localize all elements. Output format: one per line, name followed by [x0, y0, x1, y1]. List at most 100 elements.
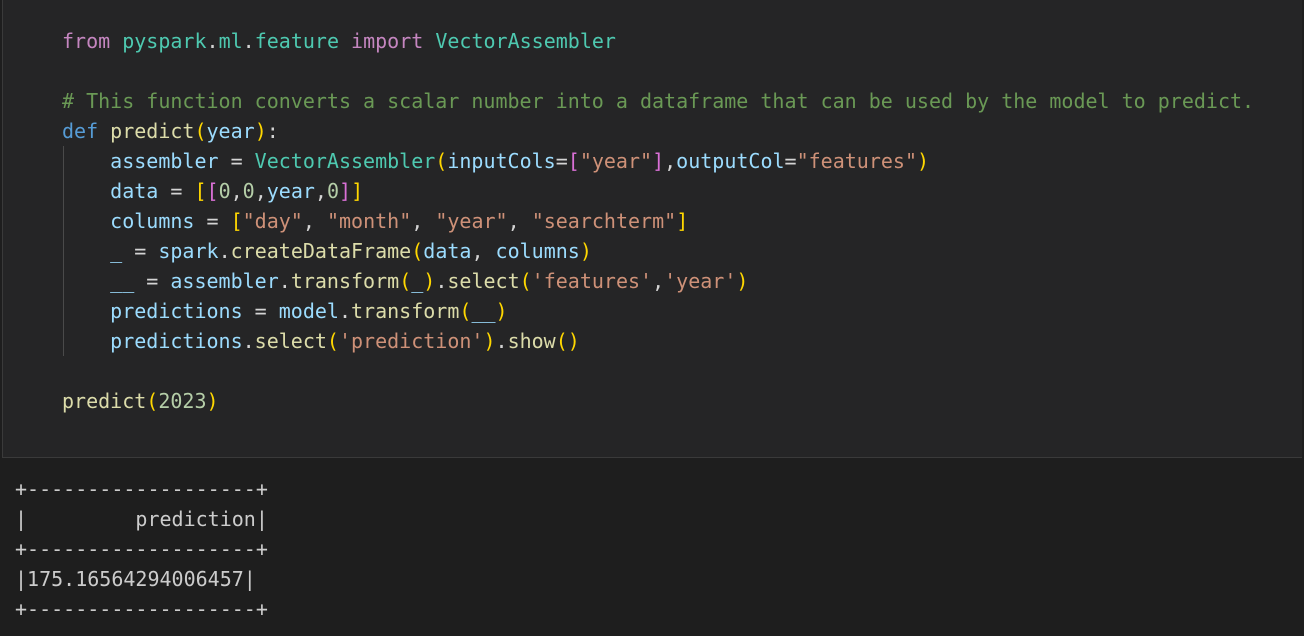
code-cell[interactable]: from pyspark.ml.feature import VectorAss… — [2, 0, 1302, 458]
code-token: = — [122, 239, 159, 263]
code-token: predict — [62, 389, 147, 413]
code-line: from pyspark.ml.feature import VectorAss… — [62, 26, 1254, 56]
code-token: transform — [290, 269, 400, 293]
code-token: data — [110, 179, 159, 203]
code-token: = — [134, 269, 171, 293]
code-token: _ — [411, 269, 424, 293]
output-line: | prediction| — [15, 507, 268, 531]
code-token: = — [784, 149, 797, 173]
code-line: # This function converts a scalar number… — [62, 86, 1254, 116]
code-token: feature — [254, 29, 339, 53]
code-token: ) — [736, 269, 749, 293]
code-token: ) — [495, 299, 508, 323]
code-line: predictions = model.transform(__) — [62, 296, 1254, 326]
code-token: inputCols — [447, 149, 556, 173]
code-token: ] — [652, 149, 665, 173]
code-token: # This function converts a scalar number… — [62, 89, 1255, 113]
code-token: VectorAssembler — [435, 29, 616, 53]
code-token: ( — [194, 119, 207, 143]
code-token: ( — [399, 269, 412, 293]
code-token: ) — [206, 389, 219, 413]
code-token: columns — [110, 209, 195, 233]
code-token: select — [254, 329, 327, 353]
code-line: assembler = VectorAssembler(inputCols=["… — [62, 146, 1254, 176]
code-line: predict(2023) — [62, 386, 1254, 416]
code-token: [ — [194, 179, 207, 203]
code-token: from — [62, 29, 111, 53]
code-token: ( — [146, 389, 159, 413]
code-token: "searchterm" — [531, 209, 677, 233]
code-token: , — [230, 179, 243, 203]
code-token: outputCol — [676, 149, 785, 173]
code-token: spark — [158, 239, 219, 263]
code-token: . — [278, 269, 291, 293]
code-token: 0 — [326, 179, 340, 203]
code-editor[interactable]: from pyspark.ml.feature import VectorAss… — [62, 26, 1254, 416]
code-token: predictions — [110, 299, 243, 323]
code-token: def — [62, 119, 99, 143]
output-line: |175.16564294006457| — [15, 567, 256, 591]
code-token: year — [206, 119, 255, 143]
code-token: , — [314, 179, 327, 203]
code-token: [ — [206, 179, 219, 203]
code-token: predictions — [110, 329, 243, 353]
code-line: def predict(year): — [62, 116, 1254, 146]
code-token: "month" — [326, 209, 412, 233]
code-token: ) — [483, 329, 496, 353]
code-token: "day" — [242, 209, 303, 233]
code-token: = — [194, 209, 231, 233]
code-token: . — [218, 239, 231, 263]
code-token: . — [242, 29, 255, 53]
code-token: ( — [459, 299, 472, 323]
code-token: __ — [110, 269, 135, 293]
code-token: year — [266, 179, 315, 203]
code-token: = — [158, 179, 195, 203]
output-line: +-------------------+ — [15, 597, 268, 621]
code-token: 0 — [218, 179, 231, 203]
code-token: , — [652, 269, 665, 293]
code-token: model — [278, 299, 339, 323]
code-line: predictions.select('prediction').show() — [62, 326, 1254, 356]
code-token: 2023 — [158, 389, 207, 413]
code-token: ) — [423, 269, 436, 293]
code-token: VectorAssembler — [254, 149, 436, 173]
code-token: [ — [567, 149, 580, 173]
code-token: : — [266, 119, 279, 143]
output-line: +-------------------+ — [15, 477, 268, 501]
code-token: import — [351, 29, 424, 53]
output-line: +-------------------+ — [15, 537, 268, 561]
code-token: ] — [676, 209, 689, 233]
cell-output: +-------------------+ | prediction| +-----… — [15, 474, 268, 624]
code-token: 0 — [242, 179, 255, 203]
code-token: ( — [411, 239, 424, 263]
code-token: ( — [435, 149, 448, 173]
code-token: pyspark — [122, 29, 207, 53]
code-token: , — [507, 209, 532, 233]
code-token: ] — [339, 179, 352, 203]
code-token: "year" — [579, 149, 653, 173]
code-token: [ — [230, 209, 243, 233]
code-token: , — [302, 209, 327, 233]
code-token: ( — [519, 269, 532, 293]
code-line: _ = spark.createDataFrame(data, columns) — [62, 236, 1254, 266]
code-token: _ — [110, 239, 123, 263]
code-token: __ — [471, 299, 496, 323]
code-token: . — [242, 329, 255, 353]
code-token: , — [471, 239, 496, 263]
code-token: 'year' — [664, 269, 737, 293]
code-token: . — [495, 329, 508, 353]
code-token: predict — [110, 119, 195, 143]
code-token: ) — [254, 119, 267, 143]
